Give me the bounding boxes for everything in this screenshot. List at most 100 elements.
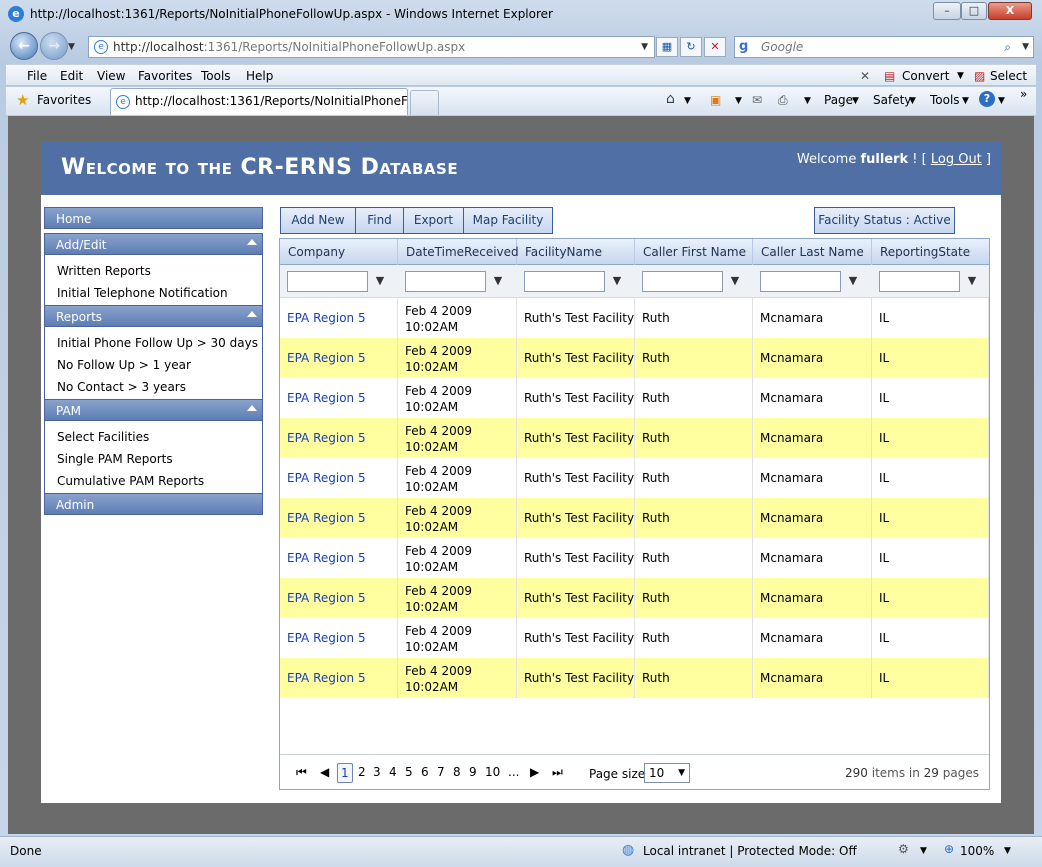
convert-chevron-icon[interactable]: ▼	[957, 71, 964, 81]
column-header-caller-first-name[interactable]: Caller First Name	[635, 239, 753, 265]
safety-menu[interactable]: Safety	[873, 93, 911, 107]
page-link[interactable]: 2	[358, 765, 366, 779]
column-header-caller-last-name[interactable]: Caller Last Name	[753, 239, 872, 265]
filter-input-company[interactable]	[287, 271, 368, 292]
print-icon[interactable]: ⎙	[778, 93, 788, 108]
column-header-date-time-received[interactable]: DateTimeReceived	[398, 239, 519, 265]
sidebar-item-home[interactable]: Home	[44, 207, 263, 229]
find-button[interactable]: Find	[355, 207, 404, 234]
filter-icon[interactable]: ▼	[846, 274, 860, 288]
filter-icon[interactable]: ▼	[610, 274, 624, 288]
safety-chevron-icon[interactable]: ▼	[909, 96, 916, 106]
sidebar-header-add-edit[interactable]: Add/Edit	[44, 233, 263, 255]
print-chevron-icon[interactable]: ▼	[804, 96, 811, 106]
protected-mode-chevron-icon[interactable]: ▼	[920, 846, 927, 856]
sidebar-item-single-pam-reports[interactable]: Single PAM Reports	[57, 452, 173, 466]
page-link[interactable]: 5	[405, 765, 413, 779]
recent-pages-chevron-icon[interactable]: ▼	[68, 42, 75, 52]
favorites-button[interactable]: Favorites	[37, 93, 91, 107]
compatibility-icon[interactable]: ▦	[656, 37, 678, 57]
facility-status-button[interactable]: Facility Status : Active	[814, 207, 955, 234]
menu-view[interactable]: View	[97, 69, 125, 83]
page-link-current[interactable]: 1	[337, 763, 353, 783]
refresh-icon[interactable]: ↻	[680, 37, 702, 57]
sidebar-item-cumulative-pam-reports[interactable]: Cumulative PAM Reports	[57, 474, 204, 488]
first-page-icon[interactable]: ⏮	[296, 765, 307, 780]
address-bar[interactable]: e http://localhost:1361/Reports/NoInitia…	[88, 36, 655, 58]
collapse-caret-icon[interactable]	[247, 311, 257, 317]
sidebar-item-select-facilities[interactable]: Select Facilities	[57, 430, 149, 444]
page-link[interactable]: 9	[469, 765, 477, 779]
table-row[interactable]: EPA Region 5 Feb 4 2009 10:02AM Ruth's Test…	[280, 378, 989, 418]
stop-icon[interactable]: ✕	[704, 37, 726, 57]
page-link[interactable]: 6	[421, 765, 429, 779]
cell-company[interactable]: EPA Region 5	[280, 418, 398, 458]
tab-current[interactable]: e http://localhost:1361/Reports/NoInitia…	[110, 88, 408, 115]
table-row[interactable]: EPA Region 5 Feb 4 2009 10:02AM Ruth's Test…	[280, 658, 989, 698]
sidebar-item-admin[interactable]: Admin	[44, 493, 263, 515]
back-button[interactable]: ←	[10, 32, 38, 60]
convert-button[interactable]: Convert	[902, 69, 949, 83]
cell-company[interactable]: EPA Region 5	[280, 538, 398, 578]
cell-company[interactable]: EPA Region 5	[280, 298, 398, 338]
add-new-button[interactable]: Add New	[280, 207, 356, 234]
cell-company[interactable]: EPA Region 5	[280, 378, 398, 418]
new-tab-button[interactable]	[410, 90, 439, 115]
filter-input-date[interactable]	[405, 271, 486, 292]
zoom-level[interactable]: 100%	[960, 844, 994, 858]
page-menu[interactable]: Page	[824, 93, 853, 107]
table-row[interactable]: EPA Region 5 Feb 4 2009 10:02AM Ruth's Test…	[280, 338, 989, 378]
more-commands-icon[interactable]: »	[1020, 87, 1027, 101]
page-link[interactable]: 8	[453, 765, 461, 779]
menu-help[interactable]: Help	[246, 69, 273, 83]
page-chevron-icon[interactable]: ▼	[852, 96, 859, 106]
minimize-button[interactable]: –	[933, 2, 961, 20]
help-icon[interactable]: ?	[979, 91, 995, 107]
table-row[interactable]: EPA Region 5 Feb 4 2009 10:02AM Ruth's Test…	[280, 618, 989, 658]
tools-menu[interactable]: Tools	[930, 93, 960, 107]
page-link[interactable]: 7	[437, 765, 445, 779]
page-link[interactable]: 3	[373, 765, 381, 779]
cell-company[interactable]: EPA Region 5	[280, 458, 398, 498]
page-link-more[interactable]: ...	[508, 765, 519, 779]
filter-input-facility[interactable]	[524, 271, 605, 292]
next-page-icon[interactable]: ▶	[530, 765, 539, 779]
sidebar-item-no-follow-up[interactable]: No Follow Up > 1 year	[57, 358, 191, 372]
sidebar-header-reports[interactable]: Reports	[44, 305, 263, 327]
table-row[interactable]: EPA Region 5 Feb 4 2009 10:02AM Ruth's Test…	[280, 578, 989, 618]
home-icon[interactable]: ⌂	[666, 91, 675, 107]
cell-company[interactable]: EPA Region 5	[280, 658, 398, 698]
security-zone[interactable]: Local intranet | Protected Mode: Off	[643, 844, 857, 858]
table-row[interactable]: EPA Region 5 Feb 4 2009 10:02AM Ruth's Test…	[280, 418, 989, 458]
forward-button[interactable]: →	[40, 32, 68, 60]
zoom-icon[interactable]: ⊕	[944, 842, 954, 856]
select-button[interactable]: Select	[990, 69, 1027, 83]
close-button[interactable]: X	[988, 2, 1032, 20]
filter-icon[interactable]: ▼	[373, 274, 387, 288]
zoom-chevron-icon[interactable]: ▼	[1004, 846, 1011, 856]
sidebar-header-pam[interactable]: PAM	[44, 399, 263, 421]
tools-chevron-icon[interactable]: ▼	[962, 96, 969, 106]
table-row[interactable]: EPA Region 5 Feb 4 2009 10:02AM Ruth's Test…	[280, 298, 989, 338]
feeds-icon[interactable]: ▣	[710, 93, 721, 107]
address-dropdown-icon[interactable]: ▼	[641, 37, 648, 57]
mail-icon[interactable]: ✉	[752, 93, 762, 107]
previous-page-icon[interactable]: ◀	[320, 765, 329, 779]
filter-input-first-name[interactable]	[642, 271, 723, 292]
cell-company[interactable]: EPA Region 5	[280, 498, 398, 538]
menu-edit[interactable]: Edit	[60, 69, 83, 83]
table-row[interactable]: EPA Region 5 Feb 4 2009 10:02AM Ruth's Test…	[280, 538, 989, 578]
cell-company[interactable]: EPA Region 5	[280, 618, 398, 658]
maximize-button[interactable]: □	[961, 2, 987, 20]
collapse-caret-icon[interactable]	[247, 405, 257, 411]
search-icon[interactable]: ⌕	[1004, 37, 1011, 57]
page-link[interactable]: 10	[485, 765, 500, 779]
last-page-icon[interactable]: ⏭	[552, 765, 563, 780]
sidebar-item-initial-phone-follow-up[interactable]: Initial Phone Follow Up > 30 days	[57, 336, 258, 350]
table-row[interactable]: EPA Region 5 Feb 4 2009 10:02AM Ruth's Test…	[280, 458, 989, 498]
column-header-company[interactable]: Company	[280, 239, 398, 265]
filter-icon[interactable]: ▼	[728, 274, 742, 288]
menu-favorites[interactable]: Favorites	[138, 69, 192, 83]
table-row[interactable]: EPA Region 5 Feb 4 2009 10:02AM Ruth's Test…	[280, 498, 989, 538]
cell-company[interactable]: EPA Region 5	[280, 338, 398, 378]
